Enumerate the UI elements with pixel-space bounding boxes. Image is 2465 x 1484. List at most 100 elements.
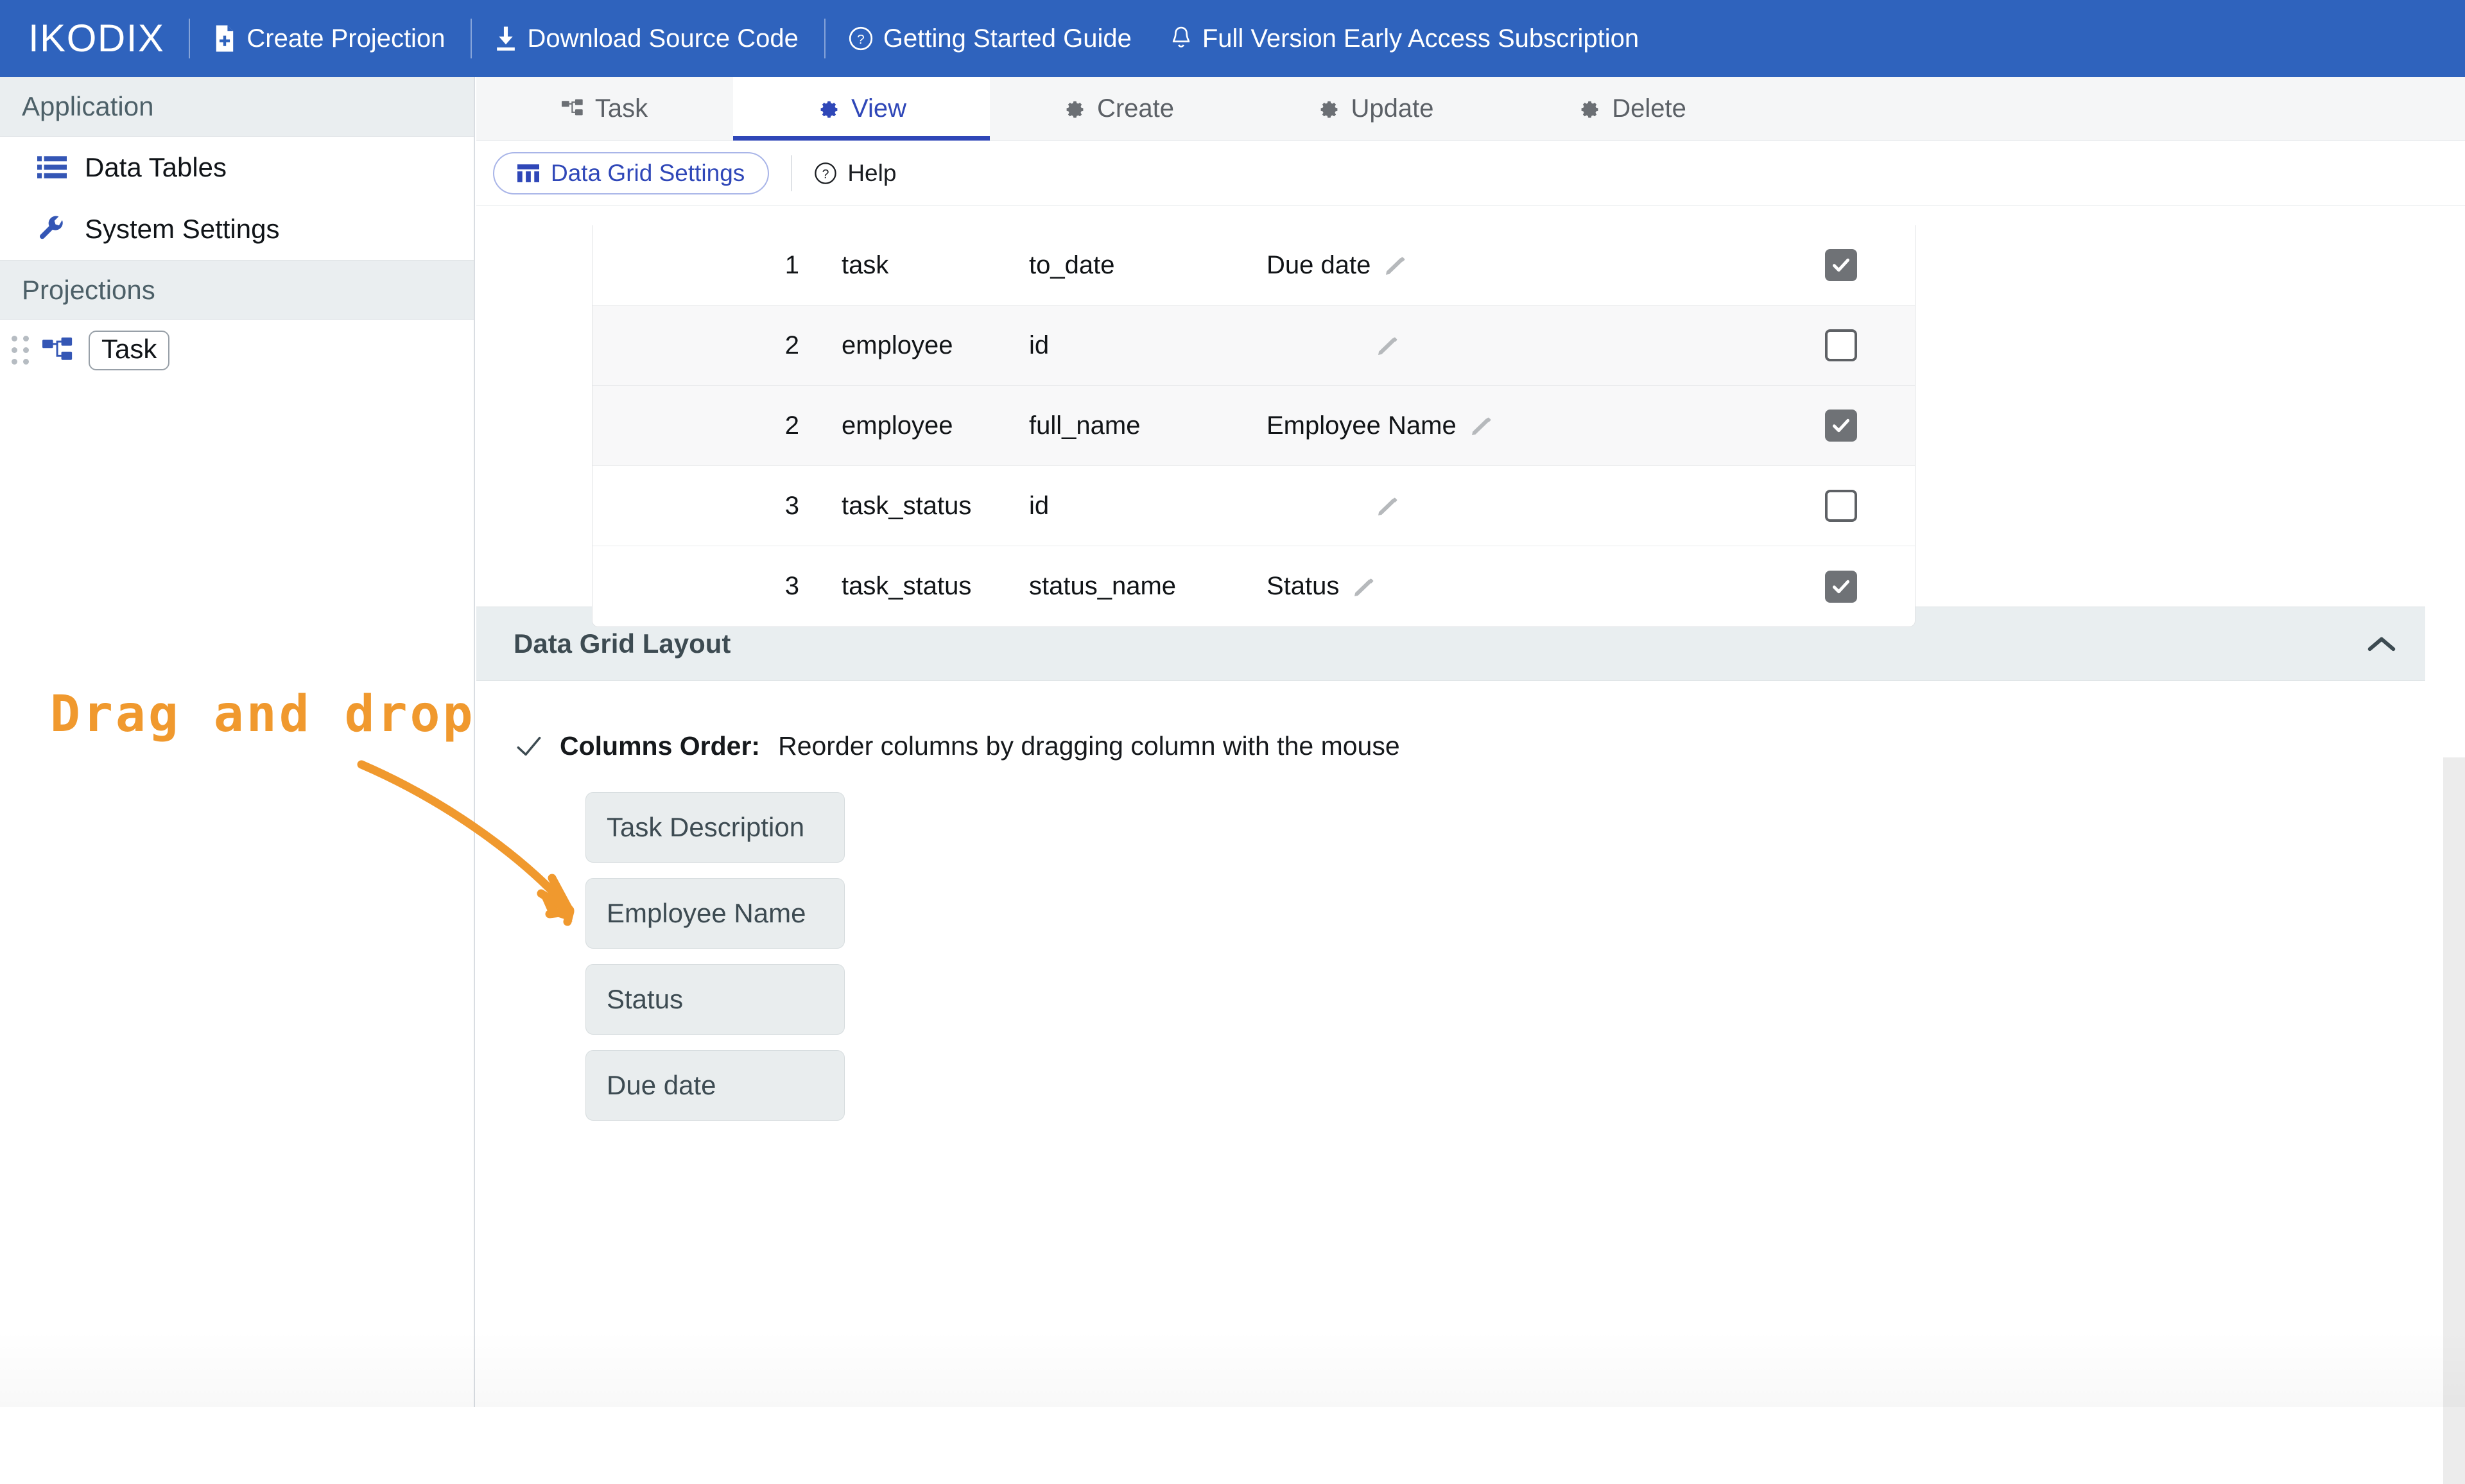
row-visible-checkbox-cell <box>1767 410 1915 442</box>
help-button[interactable]: ? Help <box>814 160 896 187</box>
sidebar-item-system-settings[interactable]: System Settings <box>0 198 474 260</box>
table-row[interactable]: 3 task_status status_name Status <box>592 546 1915 626</box>
row-visible-checkbox-cell <box>1767 490 1915 522</box>
chevron-up-icon[interactable] <box>2367 635 2396 653</box>
row-alias-cell <box>1267 334 1767 356</box>
columns-order-label: Columns Order: <box>560 731 761 761</box>
full-version-subscription-button[interactable]: Full Version Early Access Subscription <box>1157 26 1665 51</box>
sidebar-item-data-tables-label: Data Tables <box>85 152 227 182</box>
row-number: 2 <box>784 411 799 440</box>
app-logo[interactable]: IKODIX <box>28 19 189 58</box>
row-number: 2 <box>784 331 799 359</box>
projection-fields-table: 1 task to_date Due date 2 employee id 2 … <box>592 225 1916 627</box>
table-row[interactable]: 2 employee full_name Employee Name <box>592 386 1915 466</box>
wrench-icon <box>37 215 68 243</box>
topbar-divider <box>471 19 472 58</box>
projection-fields-table-wrap: 1 task to_date Due date 2 employee id 2 … <box>476 206 2465 627</box>
column-chip[interactable]: Employee Name <box>585 878 845 949</box>
edit-pencil-icon[interactable] <box>1353 576 1375 598</box>
tab-task[interactable]: Task <box>476 77 733 140</box>
columns-order-hint: Reorder columns by dragging column with … <box>778 731 1400 761</box>
row-alias-cell: Employee Name <box>1267 411 1767 440</box>
svg-text:?: ? <box>857 32 864 47</box>
row-visible-checkbox[interactable] <box>1825 329 1857 361</box>
tab-delete[interactable]: Delete <box>1503 77 1760 140</box>
download-icon <box>495 26 517 51</box>
table-row[interactable]: 2 employee id <box>592 306 1915 386</box>
row-visible-checkbox-cell <box>1767 570 1915 603</box>
gear-icon <box>1577 97 1600 120</box>
row-field-name: full_name <box>1029 411 1141 440</box>
column-chip[interactable]: Task Description <box>585 792 845 863</box>
sub-toolbar: Data Grid Settings ? Help <box>476 141 2465 206</box>
toolbar-divider <box>791 155 793 191</box>
sitemap-icon <box>42 337 76 364</box>
row-alias-cell <box>1267 495 1767 517</box>
vertical-scrollbar[interactable] <box>2443 757 2465 1484</box>
row-alias-cell: Status <box>1267 572 1767 601</box>
table-row[interactable]: 1 task to_date Due date <box>592 225 1915 306</box>
sidebar: Application Data Tables System Settings … <box>0 77 475 1407</box>
topbar-divider <box>824 19 826 58</box>
sidebar-item-data-tables[interactable]: Data Tables <box>0 137 474 198</box>
row-alias-cell: Due date <box>1267 251 1767 280</box>
row-table-name: task <box>842 250 889 279</box>
main-content: Task View Create Update Delete Data Grid… <box>476 77 2465 1484</box>
tab-view-label: View <box>851 94 906 123</box>
tab-bar: Task View Create Update Delete <box>476 77 2465 141</box>
data-grid-layout-body: Columns Order: Reorder columns by draggi… <box>476 681 2425 1121</box>
edit-pencil-icon[interactable] <box>1377 495 1399 517</box>
create-projection-button[interactable]: Create Projection <box>213 24 471 53</box>
sidebar-projection-task-label[interactable]: Task <box>89 331 170 370</box>
tab-view[interactable]: View <box>733 77 990 141</box>
data-grid-layout-accordion: Data Grid Layout Columns Order: Reorder … <box>476 607 2425 1121</box>
row-visible-checkbox[interactable] <box>1825 570 1857 603</box>
sidebar-projection-task[interactable]: Task <box>0 320 474 381</box>
svg-text:?: ? <box>822 167 829 181</box>
grid-icon <box>517 162 539 184</box>
list-icon <box>37 155 68 180</box>
tab-update[interactable]: Update <box>1247 77 1503 140</box>
sidebar-section-application: Application <box>0 77 474 137</box>
drag-handle-icon[interactable] <box>12 336 30 365</box>
row-visible-checkbox[interactable] <box>1825 249 1857 281</box>
row-number: 3 <box>784 491 799 520</box>
row-table-name: task_status <box>842 572 972 600</box>
gear-icon <box>1062 97 1085 120</box>
question-circle-icon: ? <box>814 162 837 185</box>
row-field-name: id <box>1029 331 1050 359</box>
app-root: IKODIX Create Projection Download Source… <box>0 0 2465 1484</box>
check-icon <box>516 736 542 757</box>
column-chip[interactable]: Status <box>585 964 845 1035</box>
row-table-name: task_status <box>842 491 972 520</box>
gear-icon <box>1317 97 1340 120</box>
columns-order-list: Task Description Employee Name Status Du… <box>476 761 2425 1121</box>
getting-started-guide-button[interactable]: ? Getting Started Guide <box>849 26 1157 51</box>
tab-delete-label: Delete <box>1612 94 1686 123</box>
row-visible-checkbox-cell <box>1767 249 1915 281</box>
table-row[interactable]: 3 task_status id <box>592 466 1915 546</box>
row-field-name: id <box>1029 491 1050 520</box>
question-circle-icon: ? <box>849 26 873 51</box>
row-alias-text: Due date <box>1267 250 1371 279</box>
row-alias-text: Status <box>1267 572 1340 600</box>
row-visible-checkbox[interactable] <box>1825 410 1857 442</box>
data-grid-settings-button[interactable]: Data Grid Settings <box>493 151 770 194</box>
row-number: 1 <box>784 250 799 279</box>
row-table-name: employee <box>842 411 953 440</box>
file-plus-icon <box>213 24 236 53</box>
row-visible-checkbox-cell <box>1767 329 1915 361</box>
sitemap-icon <box>561 99 584 118</box>
sidebar-section-projections: Projections <box>0 260 474 320</box>
edit-pencil-icon[interactable] <box>1377 334 1399 356</box>
edit-pencil-icon[interactable] <box>1471 415 1492 436</box>
bell-icon <box>1170 26 1192 51</box>
column-chip[interactable]: Due date <box>585 1050 845 1121</box>
tab-update-label: Update <box>1351 94 1434 123</box>
sidebar-item-system-settings-label: System Settings <box>85 214 280 244</box>
download-source-code-button[interactable]: Download Source Code <box>495 26 824 51</box>
data-grid-layout-title: Data Grid Layout <box>514 628 731 659</box>
row-visible-checkbox[interactable] <box>1825 490 1857 522</box>
tab-create[interactable]: Create <box>990 77 1247 140</box>
edit-pencil-icon[interactable] <box>1385 254 1406 276</box>
